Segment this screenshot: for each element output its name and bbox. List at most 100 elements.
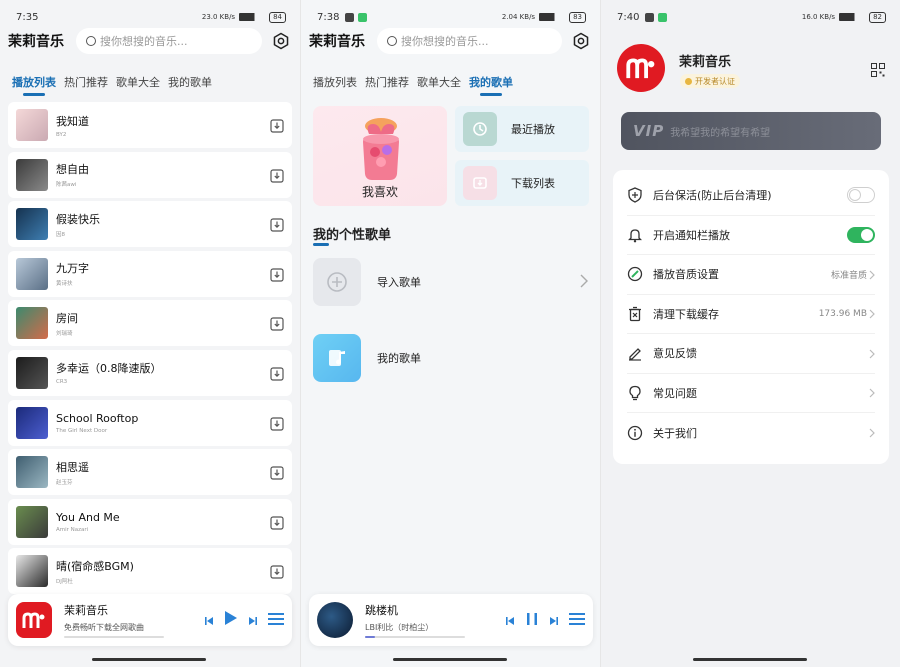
download-icon[interactable] — [270, 217, 284, 232]
settings-gear-icon[interactable] — [570, 30, 592, 52]
avatar[interactable] — [617, 44, 665, 92]
mini-player[interactable]: 茉莉音乐 免费畅听下载全网歌曲 — [8, 594, 292, 646]
home-indicator[interactable] — [92, 658, 206, 661]
song-row[interactable]: 相思遥 赵玉芬 — [8, 449, 292, 496]
app-bar: 茉莉音乐 搜你想搜的音乐... — [8, 28, 292, 54]
song-row[interactable]: 房间 刘瑞琦 — [8, 300, 292, 347]
add-icon — [313, 258, 361, 306]
tab-my-playlists[interactable]: 我的歌单 — [469, 74, 513, 96]
progress-bar[interactable] — [365, 636, 465, 638]
song-title: 我知道 — [56, 114, 89, 128]
progress-bar[interactable] — [64, 636, 164, 638]
song-row[interactable]: You And Me Amir Nazari — [8, 498, 292, 545]
network-speed: 2.04 KB/s — [501, 13, 536, 21]
toggle-switch[interactable] — [847, 187, 875, 204]
queue-icon[interactable] — [268, 611, 284, 630]
song-row[interactable]: 多幸运（0.8降速版） CR3 — [8, 349, 292, 396]
download-icon[interactable] — [270, 564, 284, 579]
queue-icon[interactable] — [569, 611, 585, 630]
trash-icon — [627, 306, 643, 322]
prev-icon[interactable] — [204, 611, 214, 630]
next-icon[interactable] — [549, 611, 559, 630]
recent-play-card[interactable]: 最近播放 — [455, 106, 589, 152]
tab-collections[interactable]: 歌单大全 — [116, 74, 160, 96]
qr-code-icon[interactable] — [871, 62, 885, 77]
home-indicator[interactable] — [693, 658, 807, 661]
toggle-switch[interactable] — [847, 226, 875, 243]
my-playlist-label: 我的歌单 — [377, 352, 421, 365]
tab-bar: 播放列表 热门推荐 歌单大全 我的歌单 — [313, 74, 513, 96]
network-speed: 16.0 KB/s — [801, 13, 836, 21]
download-icon[interactable] — [270, 168, 284, 183]
settings-row[interactable]: 清理下载缓存 173.96 MB — [627, 295, 875, 334]
download-icon[interactable] — [270, 118, 284, 133]
battery-icon: 82 — [869, 11, 886, 23]
song-row[interactable]: 晴(宿命感BGM) DJ阿杜 — [8, 548, 292, 595]
status-bar: 7:35 23.0 KB/s 84 — [16, 8, 286, 26]
tab-collections[interactable]: 歌单大全 — [417, 74, 461, 96]
pause-icon[interactable] — [525, 611, 539, 630]
settings-row[interactable]: 后台保活(防止后台清理) — [627, 176, 875, 216]
tab-bar: 播放列表 热门推荐 歌单大全 我的歌单 — [12, 74, 212, 96]
song-artist: CR3 — [56, 379, 68, 386]
search-icon — [387, 36, 397, 46]
settings-value: 标准音质 — [830, 270, 867, 281]
status-bar: 7:40 16.0 KB/s 82 — [617, 8, 886, 26]
download-icon[interactable] — [270, 316, 284, 331]
search-input[interactable]: 搜你想搜的音乐... — [76, 28, 262, 54]
song-artist: DJ阿杜 — [56, 578, 73, 585]
status-time: 7:35 — [16, 11, 39, 23]
recent-play-label: 最近播放 — [511, 123, 555, 136]
search-input[interactable]: 搜你想搜的音乐... — [377, 28, 562, 54]
shield-icon — [627, 187, 643, 203]
my-playlist-row[interactable]: 我的歌单 — [313, 333, 588, 383]
download-icon[interactable] — [270, 416, 284, 431]
settings-label: 后台保活(防止后台清理) — [653, 189, 772, 203]
home-indicator[interactable] — [393, 658, 507, 661]
developer-badge: 开发者认证 — [680, 74, 740, 88]
download-icon[interactable] — [270, 267, 284, 282]
tab-hot[interactable]: 热门推荐 — [64, 74, 108, 96]
song-row[interactable]: 我知道 BY2 — [8, 102, 292, 148]
battery-icon: 84 — [269, 11, 286, 23]
download-list-label: 下载列表 — [511, 177, 555, 190]
app-bar: 茉莉音乐 搜你想搜的音乐... — [309, 28, 592, 54]
search-icon — [86, 36, 96, 46]
song-row[interactable]: 九万字 黄诗扶 — [8, 250, 292, 297]
settings-value: 173.96 MB — [818, 308, 867, 319]
settings-list: 后台保活(防止后台清理) 开启通知栏播放播放音质设置 标准音质 清理下载缓存 173.9… — [613, 170, 889, 464]
song-row[interactable]: 想自由 陈茜awi — [8, 151, 292, 198]
song-row[interactable]: School Rooftop The Girl Next Door — [8, 399, 292, 446]
settings-row[interactable]: 关于我们 — [627, 413, 875, 453]
status-right: 16.0 KB/s 82 — [801, 11, 886, 23]
next-icon[interactable] — [248, 611, 258, 630]
song-row[interactable]: 假装快乐 因8 — [8, 201, 292, 248]
quality-icon — [627, 266, 643, 282]
settings-gear-icon[interactable] — [270, 30, 292, 52]
screen-playlist: 7:35 23.0 KB/s 84 茉莉音乐 搜你想搜的音乐... 播放列表 热… — [0, 0, 300, 667]
play-icon[interactable] — [224, 610, 238, 630]
download-icon[interactable] — [270, 515, 284, 530]
settings-row[interactable]: 开启通知栏播放 — [627, 216, 875, 255]
search-placeholder: 搜你想搜的音乐... — [100, 35, 188, 48]
tab-my-playlists[interactable]: 我的歌单 — [168, 74, 212, 96]
vip-banner[interactable]: VIP 我希望我的希望有希望 — [621, 112, 881, 150]
clock-icon — [463, 112, 497, 146]
song-title: 想自由 — [56, 163, 89, 177]
favorites-card[interactable]: 我喜欢 — [313, 106, 447, 206]
song-cover — [16, 109, 48, 141]
settings-row[interactable]: 意见反馈 — [627, 334, 875, 374]
download-list-card[interactable]: 下载列表 — [455, 160, 589, 206]
prev-icon[interactable] — [505, 611, 515, 630]
settings-label: 开启通知栏播放 — [653, 228, 730, 242]
tab-playlist[interactable]: 播放列表 — [313, 74, 357, 96]
tab-playlist[interactable]: 播放列表 — [12, 74, 56, 96]
mini-player[interactable]: 跳楼机 LBI利比（时柏尘） — [309, 594, 593, 646]
settings-row[interactable]: 播放音质设置 标准音质 — [627, 255, 875, 295]
download-icon[interactable] — [270, 465, 284, 480]
import-playlist-row[interactable]: 导入歌单 — [313, 257, 588, 307]
player-subtitle: 免费畅听下载全网歌曲 — [64, 623, 144, 632]
settings-row[interactable]: 常见问题 — [627, 374, 875, 413]
download-icon[interactable] — [270, 366, 284, 381]
tab-hot[interactable]: 热门推荐 — [365, 74, 409, 96]
